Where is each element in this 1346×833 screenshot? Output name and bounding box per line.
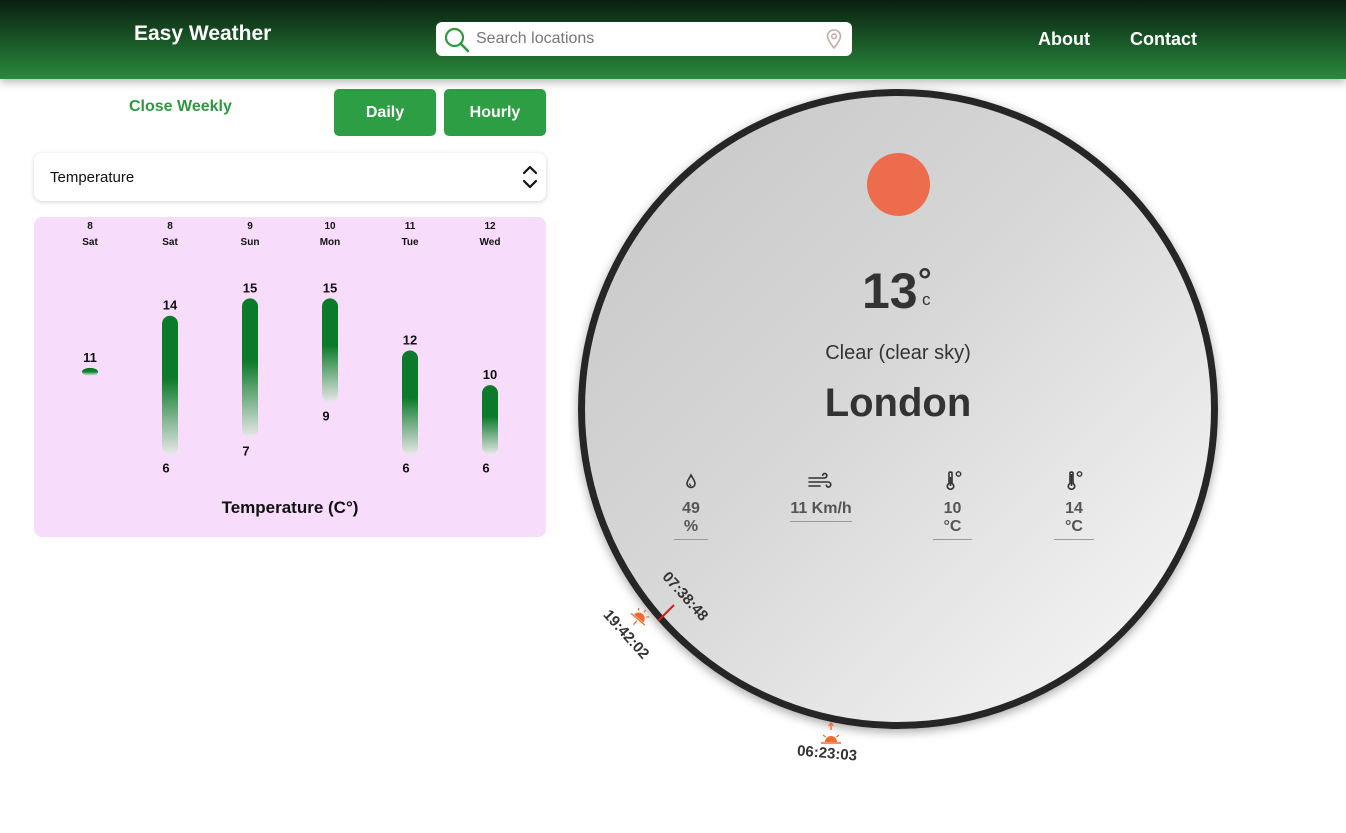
chart-max-label: 14 [163, 298, 178, 313]
chart-date-label: 8 [87, 221, 93, 232]
sunrise-time-label: 06:23:03 [796, 742, 858, 765]
chart-day-label: Sat [82, 237, 98, 248]
sun-icon [867, 153, 930, 216]
chart-min-label: 7 [242, 443, 249, 458]
close-weekly-link[interactable]: Close Weekly [129, 98, 232, 116]
chart-title: Temperature (C°) [221, 498, 359, 517]
chart-max-label: 11 [83, 350, 97, 365]
chart-min-label: 6 [162, 461, 169, 476]
chart-bar [242, 298, 258, 438]
weather-condition: Clear (clear sky) [825, 342, 971, 364]
current-time-hand [657, 604, 675, 622]
chart-day-label: Mon [320, 237, 341, 248]
chart-min-label: 6 [402, 461, 409, 476]
chart-max-label: 12 [403, 332, 417, 347]
humidity-icon [686, 473, 696, 489]
wind-value: 11 Km/h [790, 500, 852, 522]
chart-max-label: 15 [323, 280, 337, 295]
app-root: Easy Weather About Contact Close Weekly … [0, 0, 1346, 833]
metric-select[interactable]: Temperature [34, 153, 546, 201]
search-icon[interactable] [444, 27, 470, 53]
chart-bar [482, 385, 498, 455]
brand-title: Easy Weather [134, 22, 272, 45]
thermometer-low-icon [946, 471, 962, 491]
location-pin-icon[interactable] [826, 29, 842, 49]
metric-select-value: Temperature [50, 169, 135, 186]
weekly-temperature-chart: 8 Sat 11 8 Sat 14 6 9 Sun 15 7 10 Mon 15 9 11 Tue 12 6 12 We… [34, 217, 546, 537]
thermometer-high-icon [1067, 471, 1083, 491]
daily-button[interactable]: Daily [334, 89, 436, 136]
chart-day-label: Sun [241, 237, 260, 248]
chart-date-label: 11 [405, 221, 416, 232]
chart-date-label: 12 [484, 221, 496, 232]
search-input[interactable] [476, 26, 816, 52]
max-temp-value: 14 °C [1054, 500, 1094, 540]
chart-max-label: 15 [243, 280, 257, 295]
nav-about-link[interactable]: About [1038, 29, 1090, 50]
chart-date-label: 9 [247, 221, 253, 232]
chart-day-label: Wed [480, 237, 501, 248]
temperature-unit: c [922, 290, 931, 309]
chart-bar [162, 315, 178, 455]
chart-bar [82, 367, 98, 376]
chart-bar [402, 350, 418, 455]
top-header: Easy Weather About Contact [0, 0, 1346, 79]
hourly-button[interactable]: Hourly [444, 89, 546, 136]
humidity-value: 49 % [674, 500, 708, 540]
search-bar [436, 22, 852, 56]
current-temperature: 13 [862, 263, 918, 319]
chart-date-label: 10 [324, 221, 336, 232]
chart-max-label: 10 [483, 367, 497, 382]
chart-day-label: Tue [401, 237, 418, 248]
chart-svg: 8 Sat 11 8 Sat 14 6 9 Sun 15 7 10 Mon 15 9 11 Tue 12 6 12 We… [82, 221, 501, 476]
chart-day-label: Sat [162, 237, 178, 248]
chart-bar [322, 298, 338, 403]
chart-min-label: 9 [322, 409, 329, 424]
wind-icon [808, 472, 832, 488]
chart-date-label: 8 [167, 221, 173, 232]
chart-min-label: 6 [482, 461, 489, 476]
city-name: London [824, 381, 972, 425]
nav-contact-link[interactable]: Contact [1130, 29, 1197, 50]
min-temp-value: 10 °C [933, 500, 972, 540]
select-updown-icon [522, 165, 538, 189]
